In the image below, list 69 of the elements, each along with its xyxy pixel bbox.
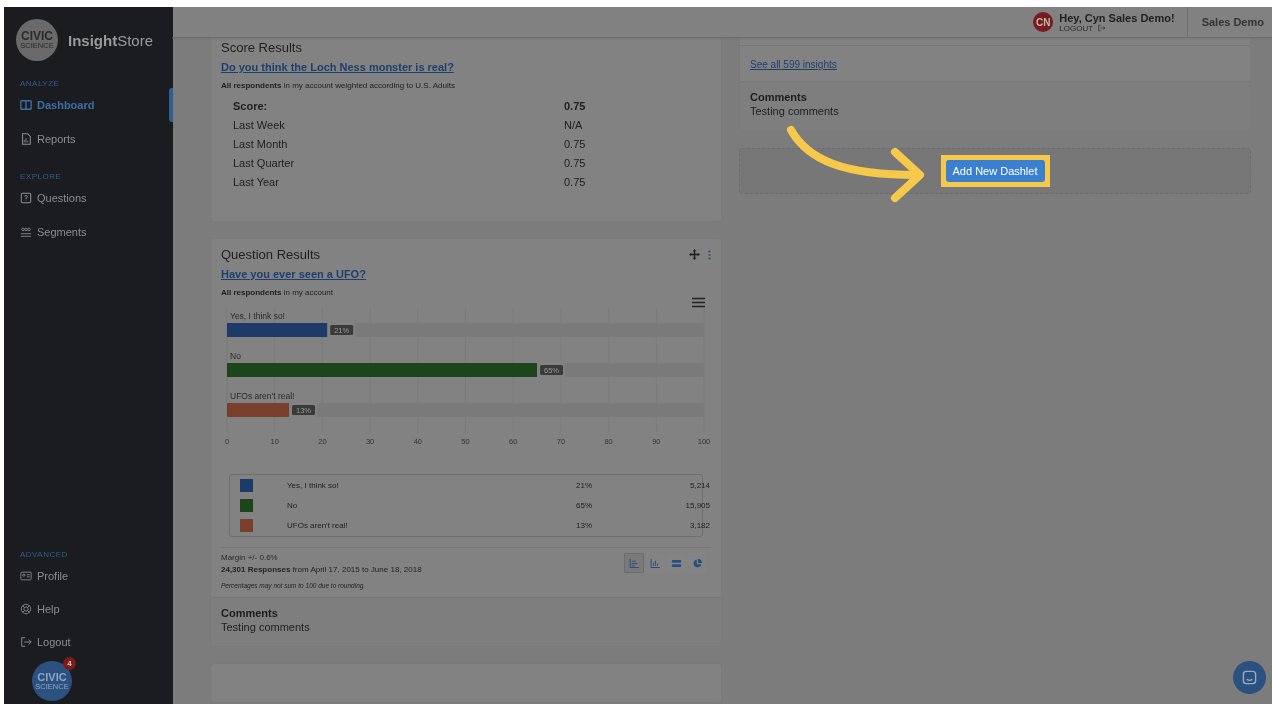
margin-text: Margin +/- 0.6% [221,553,279,562]
nav-item[interactable]: Profile [4,559,173,592]
comments-text: Testing comments [750,105,840,117]
help-icon [20,602,32,615]
nav-item[interactable]: Dashboard [4,88,173,122]
logout-icon [1097,24,1107,32]
legend-label: No [286,501,299,510]
period-label: Last Quarter [233,157,296,169]
legend-count: 15,905 [684,501,710,510]
comments-heading: Comments [221,607,279,619]
add-dashlet-button[interactable]: Add New Dashlet [945,160,1045,182]
period-label: Last Week [233,119,286,131]
more-icon[interactable] [708,249,711,260]
pie-chart-icon [691,557,703,569]
period-value: N/A [564,119,584,131]
comments-heading: Comments [750,91,808,103]
insights-link[interactable]: See all 599 insights [750,59,837,70]
avatar: CN [1033,12,1054,32]
legend-label: UFOs aren't real! [286,521,349,530]
legend-percent: 13% [575,521,592,530]
audience-text: All respondents in my account [221,288,335,297]
dashboard-icon [20,99,32,111]
logout-icon [20,635,32,648]
score-label: Score: [233,100,269,112]
chart-type-button[interactable] [624,553,644,573]
period-label: Last Month [233,138,289,150]
logout-link[interactable]: LOGOUT [1059,23,1175,33]
card-title: Question Results [221,247,320,262]
brand-name: InsightStore [68,31,154,49]
section-heading: ANALYZE [19,79,61,88]
menu-icon[interactable] [692,297,705,308]
legend-count: 3,182 [688,521,710,530]
legend-count: 5,214 [688,481,710,490]
comments-text: Testing comments [221,621,311,633]
horizontal-bar-chart-icon [628,557,640,569]
period-value: 0.75 [564,138,587,150]
stacked-chart-icon [670,557,682,569]
nav-item[interactable]: Questions [4,181,173,215]
legend-percent: 21% [575,481,592,490]
chat-icon [1242,670,1257,685]
question-icon [20,192,32,204]
responses-text: 24,301 Responses from April 17, 2015 to June 18, 2018 [221,565,422,574]
move-icon[interactable] [689,249,700,260]
legend-percent: 65% [575,501,592,510]
audience-text: All respondents in my account weighted according to U.S. Adults [221,81,456,90]
chat-button[interactable] [1233,661,1266,694]
segments-icon [20,226,32,238]
report-icon [20,133,32,145]
period-value: 0.75 [564,176,587,188]
nav-item[interactable]: Help [4,592,173,625]
legend-label: Yes, I think so! [286,481,340,490]
question-link[interactable]: Do you think the Loch Ness monster is real? [221,61,454,73]
nav-item[interactable]: Reports [4,122,173,156]
nav-item[interactable]: Logout [4,625,173,658]
notification-badge: 4 [63,657,76,670]
card-title: Score Results [221,40,302,55]
category-label: No [230,351,241,361]
greeting: Hey, Cyn Sales Demo! [1059,11,1175,24]
section-heading: EXPLORE [19,172,63,181]
category-label: Yes, I think so! [230,311,285,321]
profile-icon [20,569,32,582]
category-label: UFOs aren't real! [230,391,295,401]
section-heading: ADVANCED [19,550,69,559]
column-chart-icon [649,557,661,569]
period-value: 0.75 [564,157,587,169]
nav-item[interactable]: Segments [4,215,173,249]
question-link[interactable]: Have you ever seen a UFO? [221,268,366,280]
period-label: Last Year [233,176,280,188]
score-value: 0.75 [564,100,587,112]
